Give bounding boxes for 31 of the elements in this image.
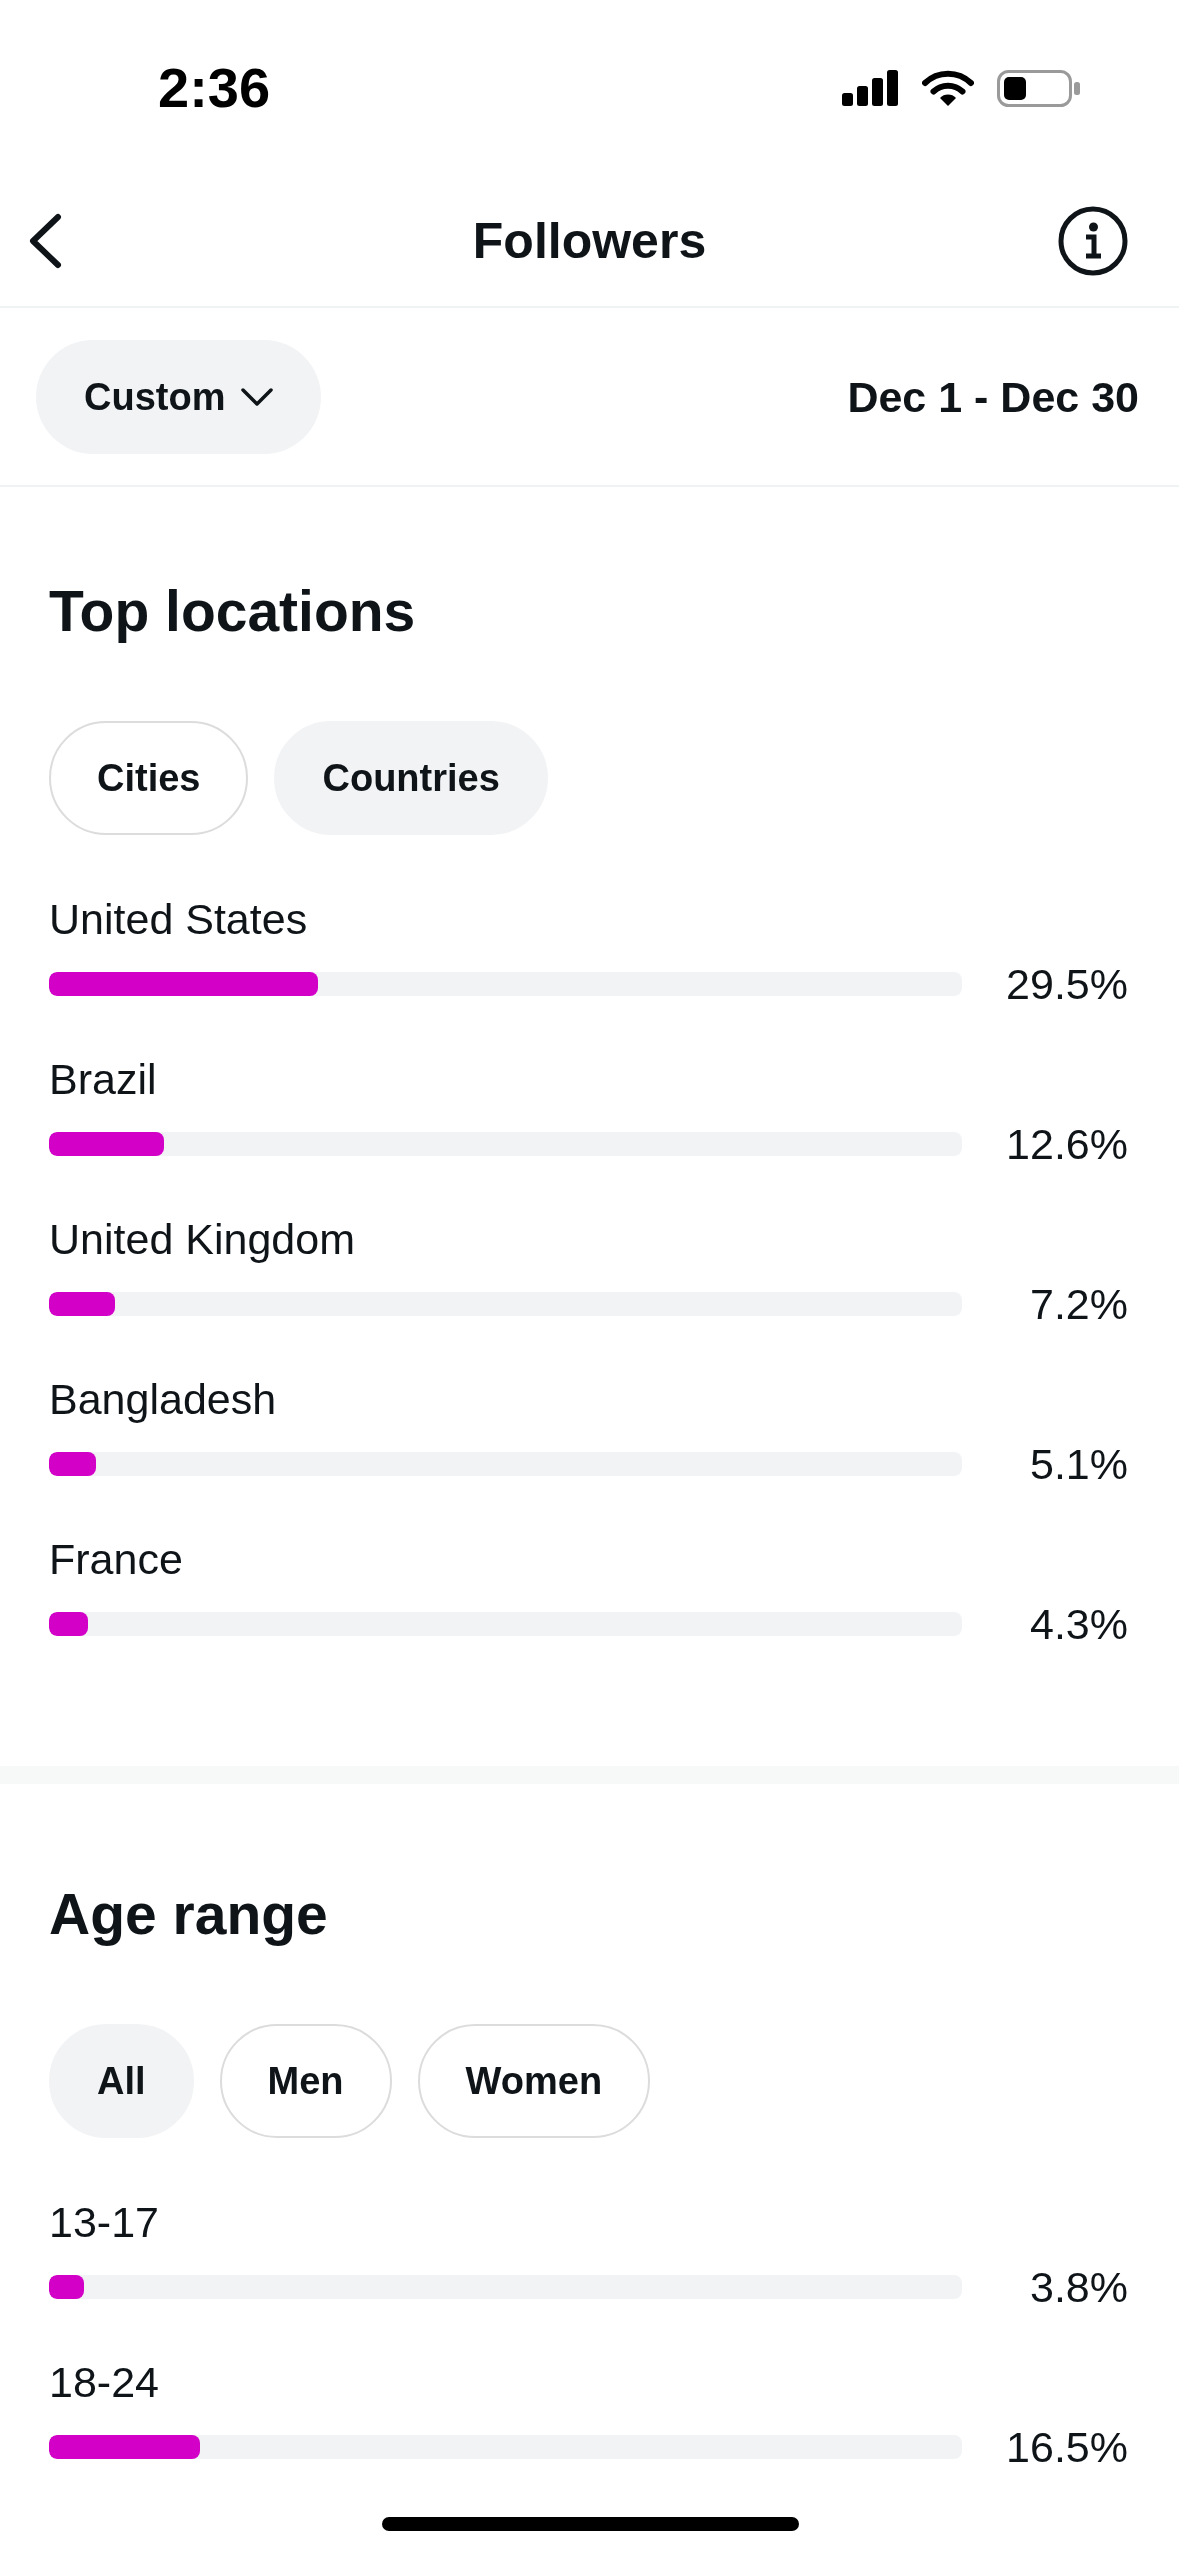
- row-label: 13-17: [49, 2197, 159, 2248]
- battery-icon: [997, 69, 1081, 107]
- section-title: Age range: [49, 1881, 328, 1948]
- percentage-text: 4.3%: [1030, 1599, 1128, 1650]
- filter-tab[interactable]: Countries: [274, 721, 548, 835]
- percentage-text: 7.2%: [1030, 1279, 1128, 1330]
- date-range-text: Dec 1 - Dec 30: [847, 372, 1139, 423]
- percentage-text: 12.6%: [1006, 1119, 1128, 1170]
- filter-tab[interactable]: Men: [219, 2024, 392, 2138]
- page-title: Followers: [472, 212, 707, 271]
- status-time: 2:36: [158, 56, 271, 120]
- row-label: Brazil: [49, 1054, 157, 1105]
- info-icon[interactable]: [1058, 206, 1128, 276]
- row-label: United Kingdom: [49, 1214, 355, 1265]
- percentage-text: 29.5%: [1006, 959, 1128, 1010]
- back-icon[interactable]: [27, 212, 63, 270]
- row-label: United States: [49, 894, 308, 945]
- row-label: 18-24: [49, 2357, 159, 2408]
- row-label: Bangladesh: [49, 1374, 277, 1425]
- section-title: Top locations: [49, 578, 416, 645]
- wifi-icon: [922, 69, 974, 107]
- row-label: France: [49, 1534, 183, 1585]
- percentage-text: 5.1%: [1030, 1439, 1128, 1490]
- filter-tab[interactable]: All: [49, 2024, 194, 2138]
- filter-tab[interactable]: Cities: [49, 721, 249, 835]
- filter-tab[interactable]: Women: [417, 2024, 651, 2138]
- percentage-text: 16.5%: [1006, 2422, 1128, 2473]
- chevron-down-icon: [241, 388, 274, 406]
- period-dropdown[interactable]: Custom: [36, 340, 322, 454]
- signal-icon: [842, 70, 899, 106]
- percentage-text: 3.8%: [1030, 2262, 1128, 2313]
